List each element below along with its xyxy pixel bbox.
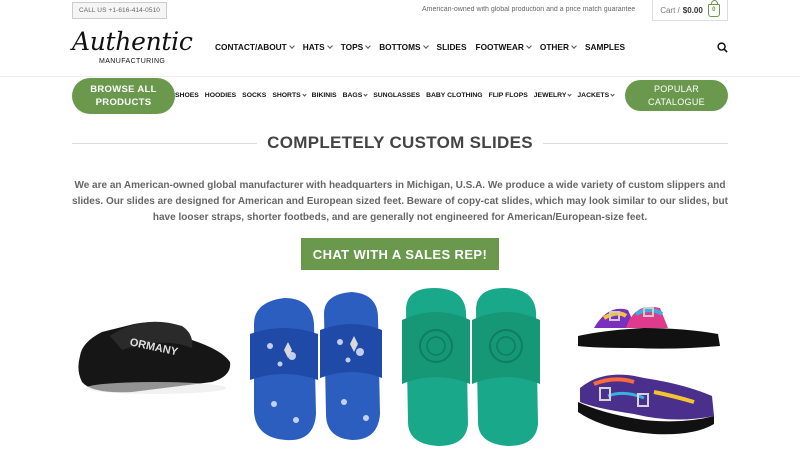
chevron-down-icon [302,92,307,97]
nav-item-slides[interactable]: SLIDES [437,42,467,52]
chevron-down-icon [526,43,532,49]
top-bar: CALL US +1-616-414-0510 American-owned w… [0,0,800,22]
nav-label: OTHER [539,42,569,52]
nav-label: HOODIES [204,92,237,99]
section-heading: COMPLETELY CUSTOM SLIDES [72,132,729,154]
nav-item-contact-about[interactable]: CONTACT/ABOUT [215,42,295,52]
nav-item-hats[interactable]: HATS [302,42,333,52]
chevron-down-icon [422,43,429,49]
subnav-item-flip-flops[interactable]: FLIP FLOPS [489,92,528,99]
nav-label: SLIDES [436,42,467,52]
nav-label: FLIP FLOPS [488,92,528,99]
product-gallery: ORMANY [72,284,728,450]
nav-item-footwear[interactable]: FOOTWEAR [475,42,532,52]
nav-item-tops[interactable]: TOPS [340,42,372,52]
cart-label: Cart / [660,5,680,15]
nav-label: JEWELRY [533,92,567,99]
nav-label: BABY CLOTHING [426,92,483,99]
nav-label: SUNGLASSES [373,92,421,99]
chevron-down-icon [365,43,372,49]
subnav-item-jackets[interactable]: JACKETS [577,92,615,99]
subnav-item-shorts[interactable]: SHORTS [272,92,307,99]
chevron-down-icon [610,92,615,97]
subnav-item-sunglasses[interactable]: SUNGLASSES [373,92,420,99]
nav-item-samples[interactable]: SAMPLES [585,42,625,52]
product-image-teal-slides[interactable] [400,284,550,450]
popular-catalogue-button[interactable]: POPULAR CATALOGUE [625,80,728,111]
nav-label: FOOTWEAR [475,42,524,52]
header: Authentic MANUFACTURING CONTACT/ABOUT HAT… [0,22,800,74]
browse-all-products-button[interactable]: BROWSE ALL PRODUCTS [72,78,175,114]
logo-script: Authentic [72,27,193,56]
subnav-item-socks[interactable]: SOCKS [242,92,266,99]
divider [72,142,258,144]
page-title: COMPLETELY CUSTOM SLIDES [267,133,533,152]
chevron-down-icon [288,43,295,49]
subnav-item-bags[interactable]: BAGS [343,92,368,99]
sub-nav-row: BROWSE ALL PRODUCTS SHOES HOODIES SOCKS SHO… [0,76,800,114]
cart-bag-icon: 0 [707,0,720,17]
main-nav: CONTACT/ABOUT HATS TOPS BOTTOMS SLIDES FOOTWE… [215,42,634,52]
nav-label: CONTACT/ABOUT [215,42,287,52]
nav-label: BAGS [342,92,363,99]
nav-label: SHOES [175,92,199,99]
product-image-patterned-sandals[interactable] [564,284,728,450]
description: We are an American-owned global manufact… [72,180,728,223]
product-image-blue-bandana-slides[interactable] [244,284,404,450]
divider [542,142,729,144]
chat-sales-rep-button[interactable]: CHAT WITH A SALES REP! [301,238,499,270]
subnav-item-jewelry[interactable]: JEWELRY [534,92,572,99]
cart-count: 0 [712,7,716,13]
nav-label: HATS [302,42,325,52]
product-image-black-slide[interactable]: ORMANY [72,284,236,450]
nav-label: JACKETS [577,92,610,99]
cart-link[interactable]: Cart / $0.00 0 [652,0,728,21]
nav-label: BOTTOMS [379,42,421,52]
search-icon[interactable] [717,42,728,53]
nav-item-other[interactable]: OTHER [539,42,577,52]
chevron-down-icon [326,43,333,49]
subnav-item-shoes[interactable]: SHOES [175,92,199,99]
subnav-item-bikinis[interactable]: BIKINIS [312,92,337,99]
cart-total: $0.00 [682,5,703,15]
tagline: American-owned with global production an… [422,6,636,13]
logo-subtitle: MANUFACTURING [99,58,166,65]
subnav-item-hoodies[interactable]: HOODIES [205,92,236,99]
call-us-button[interactable]: CALL US +1-616-414-0510 [72,2,167,19]
subnav-item-baby-clothing[interactable]: BABY CLOTHING [426,92,483,99]
nav-item-bottoms[interactable]: BOTTOMS [379,42,429,52]
nav-label: SHORTS [272,92,301,99]
nav-label: SOCKS [242,92,267,99]
sub-nav: SHOES HOODIES SOCKS SHORTS BIKINIS BAGS SUNGLA… [175,92,620,99]
nav-label: BIKINIS [311,92,337,99]
site-logo[interactable]: Authentic MANUFACTURING [72,28,198,70]
nav-label: TOPS [340,42,364,52]
chevron-down-icon [567,92,572,97]
chevron-down-icon [363,92,368,97]
chevron-down-icon [571,43,577,49]
nav-label: SAMPLES [584,42,626,52]
